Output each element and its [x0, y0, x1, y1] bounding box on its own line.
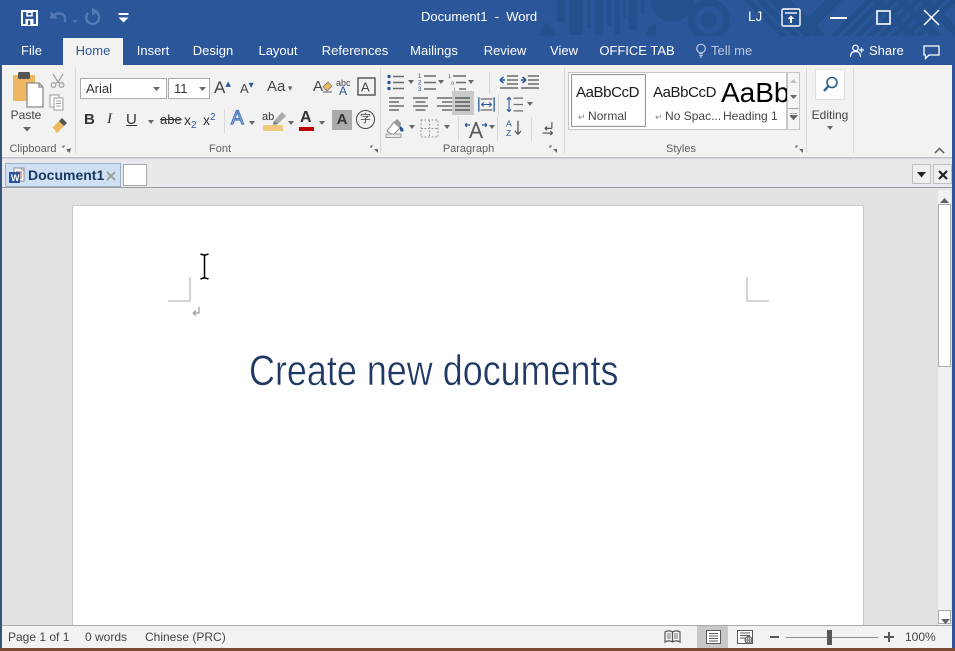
svg-text:a: a — [451, 81, 455, 87]
svg-text:2: 2 — [418, 81, 422, 87]
svg-text:A: A — [313, 78, 323, 95]
svg-text:A: A — [506, 119, 512, 129]
svg-text:ab: ab — [262, 111, 274, 123]
svg-text:W: W — [11, 173, 20, 183]
svg-text:3: 3 — [418, 87, 422, 91]
svg-text:A: A — [361, 80, 370, 95]
svg-text:1: 1 — [448, 74, 451, 80]
svg-text:Z: Z — [506, 128, 511, 137]
svg-text:1: 1 — [418, 74, 422, 80]
svg-text:A: A — [339, 84, 347, 96]
